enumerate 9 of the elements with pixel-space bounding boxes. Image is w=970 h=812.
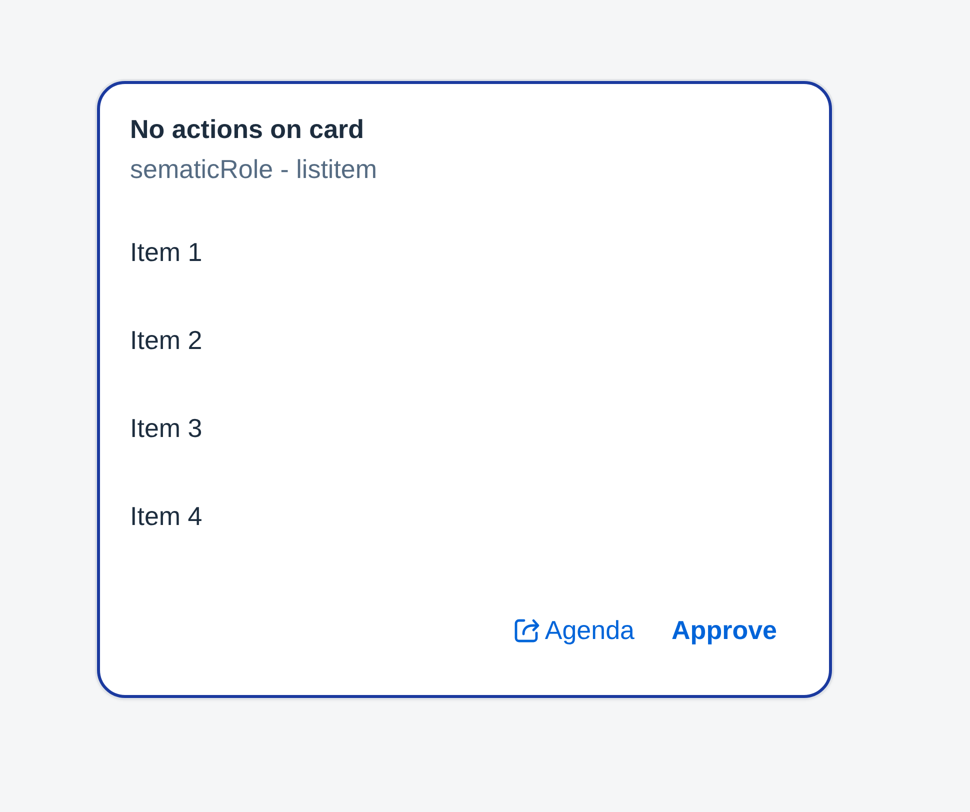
card-title: No actions on card [130,113,364,146]
agenda-link[interactable]: Agenda [512,613,635,647]
external-link-icon [512,616,540,644]
list-item[interactable]: Item 1 [100,208,829,296]
list-item[interactable]: Item 3 [100,384,829,472]
card-subtitle: sematicRole - listitem [130,153,378,186]
list-item[interactable]: Item 2 [100,296,829,384]
list-item[interactable]: Item 4 [100,472,829,560]
approve-button[interactable]: Approve [672,613,777,647]
